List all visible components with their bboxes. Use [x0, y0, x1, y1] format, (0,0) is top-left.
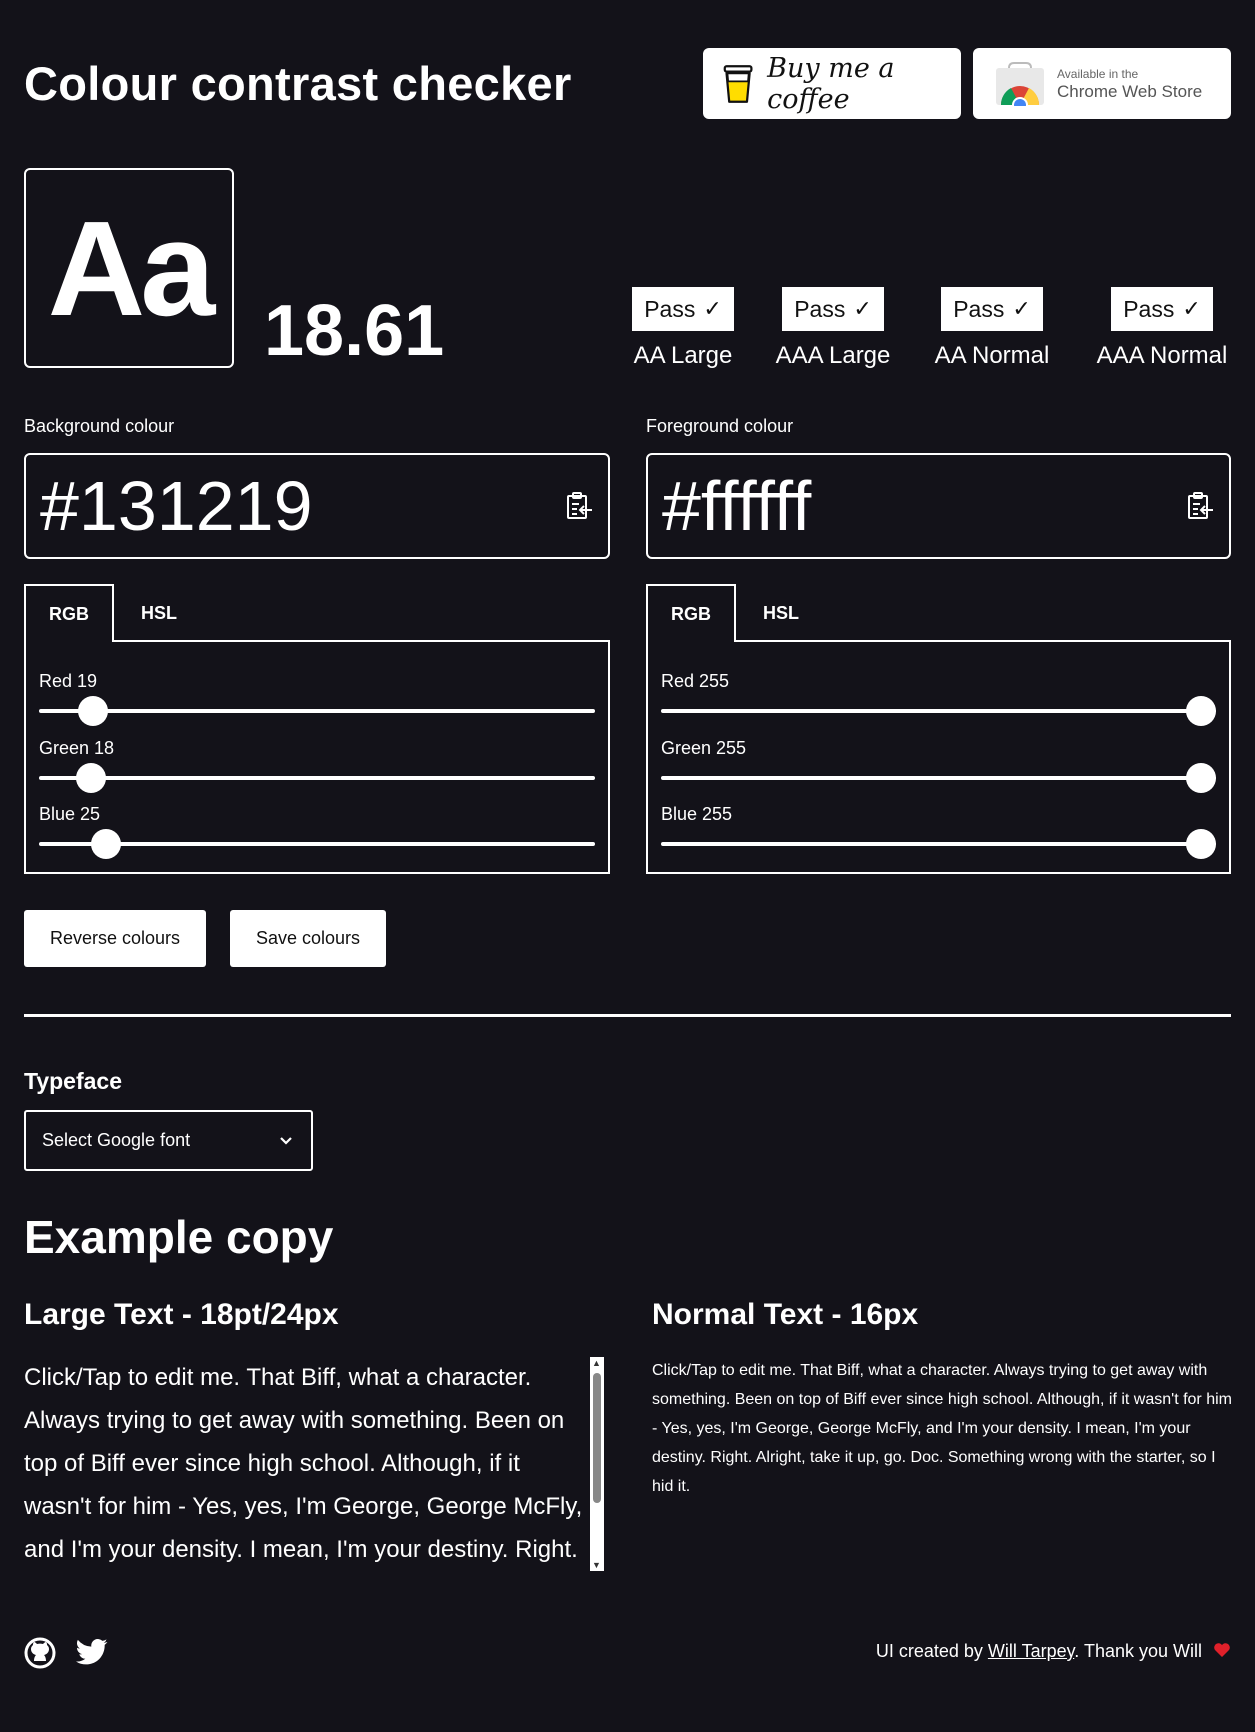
section-divider: [24, 1014, 1231, 1017]
foreground-green-track[interactable]: [661, 776, 1216, 780]
background-green-thumb[interactable]: [76, 763, 107, 793]
large-text-scrollbar-thumb[interactable]: [593, 1373, 601, 1503]
credit-suffix: . Thank you Will: [1074, 1641, 1202, 1661]
footer-credit: UI created by Will Tarpey. Thank you Wil…: [876, 1641, 1231, 1662]
background-tab-hsl[interactable]: HSL: [114, 584, 204, 642]
coffee-cup-icon: [723, 64, 753, 103]
aaa-large-status: Pass: [794, 295, 846, 322]
foreground-blue-thumb[interactable]: [1186, 829, 1216, 859]
buy-me-a-coffee-button[interactable]: Buy me a coffee: [703, 48, 961, 119]
scroll-up-icon[interactable]: ▲: [592, 1358, 601, 1368]
aaa-large-badge: Pass ✓: [782, 287, 884, 331]
aaa-normal-badge: Pass ✓: [1111, 287, 1213, 331]
aaa-large-label: AAA Large: [775, 342, 891, 369]
contrast-preview: Aa: [24, 168, 234, 368]
github-icon[interactable]: [24, 1637, 56, 1669]
foreground-green-label: Green 255: [661, 738, 747, 758]
aa-normal-label: AA Normal: [934, 342, 1050, 369]
will-tarpey-link[interactable]: Will Tarpey: [988, 1641, 1074, 1661]
background-colour-label: Background colour: [24, 416, 175, 436]
save-colours-button[interactable]: Save colours: [230, 910, 386, 967]
foreground-hex-input[interactable]: #ffffff: [646, 453, 1231, 559]
foreground-colour-label: Foreground colour: [646, 416, 794, 436]
normal-text-heading: Normal Text - 16px: [652, 1298, 919, 1331]
chrome-small-label: Available in the: [1057, 66, 1139, 81]
aa-large-badge: Pass ✓: [632, 287, 734, 331]
background-green-track[interactable]: [39, 776, 595, 780]
background-blue-thumb[interactable]: [90, 829, 121, 859]
large-text-editable[interactable]: Click/Tap to edit me. That Biff, what a …: [24, 1356, 589, 1570]
check-icon: ✓: [703, 296, 722, 321]
contrast-ratio: 18.61: [264, 291, 445, 371]
chrome-big-label: Chrome Web Store: [1057, 81, 1203, 101]
foreground-green-thumb[interactable]: [1186, 763, 1216, 793]
background-red-label: Red 19: [39, 671, 98, 691]
scroll-down-icon[interactable]: ▼: [592, 1560, 601, 1570]
typeface-heading: Typeface: [24, 1068, 123, 1094]
reverse-colours-button[interactable]: Reverse colours: [24, 910, 206, 967]
background-hex-value: #131219: [40, 467, 313, 545]
twitter-icon[interactable]: [76, 1638, 108, 1666]
aa-normal-badge: Pass ✓: [941, 287, 1043, 331]
check-icon: ✓: [853, 296, 872, 321]
background-hex-input[interactable]: #131219: [24, 453, 610, 559]
google-font-select-value: Select Google font: [42, 1130, 191, 1150]
chrome-web-store-icon: [996, 61, 1044, 106]
check-icon: ✓: [1012, 296, 1031, 321]
background-red-thumb[interactable]: [78, 696, 109, 726]
preview-sample: Aa: [47, 192, 216, 344]
foreground-tab-hsl[interactable]: HSL: [736, 584, 826, 642]
aa-normal-status: Pass: [953, 295, 1005, 322]
background-blue-track[interactable]: [39, 842, 595, 846]
clipboard-paste-icon[interactable]: [1185, 491, 1215, 521]
foreground-red-label: Red 255: [661, 671, 730, 691]
chevron-down-icon: [280, 1136, 292, 1145]
foreground-red-thumb[interactable]: [1186, 696, 1216, 726]
large-text-heading: Large Text - 18pt/24px: [24, 1298, 339, 1331]
credit-prefix: UI created by: [875, 1641, 988, 1661]
foreground-hex-value: #ffffff: [662, 467, 812, 545]
heart-icon: [1214, 1643, 1230, 1657]
check-icon: ✓: [1182, 296, 1201, 321]
aaa-normal-status: Pass: [1123, 295, 1175, 322]
background-blue-label: Blue 25: [39, 804, 101, 824]
chrome-web-store-button[interactable]: Available in the Chrome Web Store: [973, 48, 1231, 119]
foreground-blue-label: Blue 255: [661, 804, 733, 824]
clipboard-paste-icon[interactable]: [564, 491, 594, 521]
background-green-label: Green 18: [39, 738, 115, 758]
background-tab-rgb[interactable]: RGB: [24, 584, 114, 642]
google-font-select[interactable]: Select Google font: [24, 1110, 313, 1171]
foreground-blue-track[interactable]: [661, 842, 1216, 846]
aa-large-status: Pass: [644, 295, 696, 322]
foreground-tab-rgb[interactable]: RGB: [646, 584, 736, 642]
background-red-track[interactable]: [39, 709, 595, 713]
coffee-label: Buy me a coffee: [767, 52, 895, 115]
aa-large-label: AA Large: [633, 342, 733, 369]
foreground-red-track[interactable]: [661, 709, 1216, 713]
normal-text-editable[interactable]: Click/Tap to edit me. That Biff, what a …: [652, 1356, 1232, 1501]
page-title: Colour contrast checker: [24, 57, 572, 110]
aaa-normal-label: AAA Normal: [1096, 342, 1228, 369]
example-copy-heading: Example copy: [24, 1211, 334, 1263]
